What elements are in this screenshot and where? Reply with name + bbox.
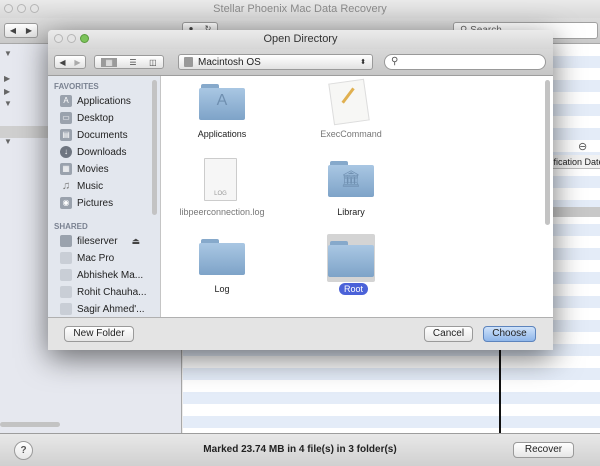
back-icon[interactable]: ◀ <box>59 58 65 67</box>
forward-icon[interactable]: ▶ <box>26 26 32 35</box>
sidebar-label: Movies <box>77 163 109 175</box>
item-label: libpeerconnection.log <box>179 207 265 217</box>
location-dropdown[interactable]: Macintosh OS ⬍ <box>178 54 373 70</box>
computer-icon <box>60 269 72 281</box>
dialog-search-input[interactable]: ⚲ <box>384 54 546 70</box>
recover-button[interactable]: Recover <box>513 442 574 458</box>
sidebar-item-shared-2[interactable]: Abhishek Ma... <box>60 267 143 283</box>
downloads-icon: ↓ <box>60 146 72 158</box>
column-view-icon[interactable]: ◫ <box>149 58 157 67</box>
sidebar-label: Sagir Ahmed'... <box>77 303 145 315</box>
dialog-sidebar: FAVORITES A Applications ▭ Desktop ▤ Docume… <box>48 76 160 317</box>
item-applications[interactable]: A <box>199 84 245 120</box>
documents-icon: ▤ <box>60 129 72 141</box>
movies-icon: ▦ <box>60 163 72 175</box>
computer-icon <box>60 286 72 298</box>
item-label: ExecCommand <box>320 129 382 139</box>
applications-folder-icon: A <box>216 92 228 109</box>
new-folder-button[interactable]: New Folder <box>64 326 134 342</box>
shared-heading: SHARED <box>54 222 88 231</box>
forward-icon[interactable]: ▶ <box>74 58 80 67</box>
view-mode-buttons[interactable]: ▦ ☰ ◫ <box>94 55 164 69</box>
log-file-icon[interactable]: LOG <box>204 158 237 201</box>
sidebar-item-documents[interactable]: ▤ Documents <box>60 127 128 143</box>
sidebar-item-music[interactable]: ♫ Music <box>60 178 103 194</box>
dialog-toolbar: ◀ ▶ ▦ ☰ ◫ Macintosh OS ⬍ ⚲ <box>48 49 553 76</box>
choose-button[interactable]: Choose <box>483 326 536 342</box>
drive-icon <box>184 57 193 67</box>
music-icon: ♫ <box>61 180 71 192</box>
pictures-icon: ◉ <box>60 197 72 209</box>
computer-icon <box>60 252 72 264</box>
server-icon <box>60 235 72 247</box>
dialog-footer: New Folder Cancel Choose <box>48 317 553 350</box>
sidebar-label: Downloads <box>77 146 127 158</box>
app-title-bar: Stellar Phoenix Mac Data Recovery <box>0 0 600 18</box>
sidebar-item-fileserver[interactable]: fileserver ⏏ <box>60 233 140 249</box>
sidebar-item-desktop[interactable]: ▭ Desktop <box>60 110 114 126</box>
remove-icon[interactable]: ⊖ <box>578 140 587 153</box>
item-label-selected: Root <box>339 283 369 295</box>
computer-icon <box>60 303 72 315</box>
content-scrollbar[interactable] <box>545 80 550 225</box>
list-view-icon[interactable]: ☰ <box>129 58 136 67</box>
sidebar-label: Applications <box>77 95 131 107</box>
status-text: Marked 23.74 MB in 4 file(s) in 3 folder… <box>203 444 397 455</box>
tree-disclosure-icons[interactable]: ▼ ▶ ▶ ▼ ▼ <box>4 48 12 148</box>
icon-view-icon[interactable]: ▦ <box>101 57 117 67</box>
sidebar-item-mac-pro[interactable]: Mac Pro <box>60 250 114 266</box>
minimize-window-button[interactable] <box>17 4 26 13</box>
back-icon[interactable]: ◀ <box>10 26 16 35</box>
sidebar-label: Desktop <box>77 112 114 124</box>
applications-icon: A <box>60 95 72 107</box>
desktop-icon: ▭ <box>60 112 72 124</box>
item-label: Library <box>337 207 365 217</box>
sidebar-item-pictures[interactable]: ◉ Pictures <box>60 195 113 211</box>
zoom-window-button[interactable] <box>30 4 39 13</box>
sidebar-label: Abhishek Ma... <box>77 269 144 281</box>
sidebar-label: Rohit Chauha... <box>77 286 147 298</box>
dialog-nav-buttons[interactable]: ◀ ▶ <box>54 55 86 69</box>
sidebar-label: Mac Pro <box>77 252 115 264</box>
file-tag: LOG <box>214 191 227 197</box>
library-folder-icon: 🏛 <box>340 171 362 188</box>
item-label: Log <box>214 284 230 294</box>
sidebar-item-movies[interactable]: ▦ Movies <box>60 161 109 177</box>
close-window-button[interactable] <box>4 4 13 13</box>
sidebar-item-shared-4[interactable]: Sagir Ahmed'... <box>60 301 145 317</box>
file-browser: A Applications ExecCommand LOG libpeerco… <box>160 76 553 317</box>
sidebar-item-shared-3[interactable]: Rohit Chauha... <box>60 284 147 300</box>
location-label: Macintosh OS <box>198 56 261 68</box>
dialog-close-button[interactable] <box>54 34 63 43</box>
app-nav-buttons[interactable]: ◀ ▶ <box>4 23 38 38</box>
sidebar-label: fileserver <box>77 235 118 247</box>
dialog-title: Open Directory <box>263 33 338 45</box>
dialog-minimize-button[interactable] <box>67 34 76 43</box>
sidebar-scrollbar[interactable] <box>152 80 157 215</box>
app-title: Stellar Phoenix Mac Data Recovery <box>213 3 387 15</box>
dialog-zoom-button[interactable] <box>80 34 89 43</box>
item-library[interactable]: 🏛 <box>328 161 374 197</box>
item-log[interactable] <box>199 239 245 275</box>
sidebar-label: Pictures <box>77 197 114 209</box>
execcommand-icon[interactable] <box>328 78 370 126</box>
eject-icon[interactable]: ⏏ <box>132 236 141 247</box>
sidebar-item-applications[interactable]: A Applications <box>60 93 131 109</box>
updown-chevron-icon: ⬍ <box>360 59 366 66</box>
tree-scrollbar[interactable] <box>0 422 60 427</box>
dialog-title-bar: Open Directory <box>48 30 553 49</box>
item-label: Applications <box>197 129 247 139</box>
open-directory-dialog: Open Directory ◀ ▶ ▦ ☰ ◫ Macintosh OS ⬍ ⚲ FA… <box>48 30 553 350</box>
sidebar-label: Documents <box>77 129 128 141</box>
search-icon: ⚲ <box>391 56 399 67</box>
status-bar: ? Marked 23.74 MB in 4 file(s) in 3 fold… <box>0 433 600 466</box>
favorites-heading: FAVORITES <box>54 82 99 91</box>
item-root-selected[interactable] <box>327 234 375 282</box>
sidebar-item-downloads[interactable]: ↓ Downloads <box>60 144 126 160</box>
sidebar-label: Music <box>77 180 104 192</box>
cancel-button[interactable]: Cancel <box>424 326 473 342</box>
